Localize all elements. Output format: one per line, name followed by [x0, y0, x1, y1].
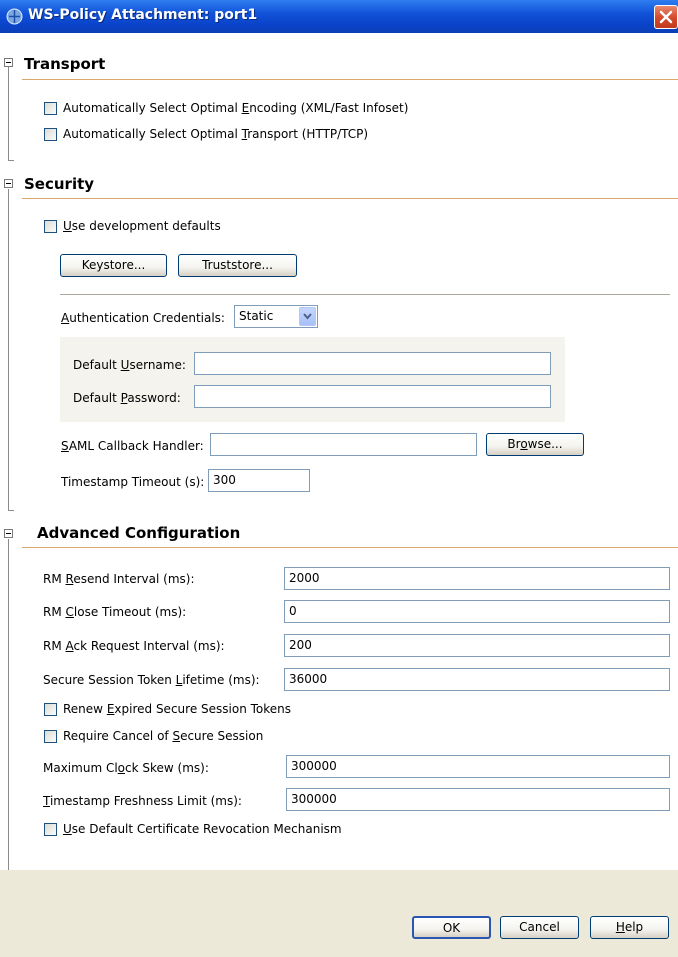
require-cancel-checkbox[interactable] — [44, 730, 57, 743]
keystore-button[interactable]: Keystore... — [60, 254, 167, 277]
optimal-transport-label: Automatically Select Optimal Transport (… — [63, 127, 369, 141]
advanced-separator — [22, 547, 678, 548]
default-username-input[interactable] — [194, 352, 551, 375]
chevron-down-icon — [303, 313, 312, 320]
rm-close-input[interactable]: 0 — [284, 600, 670, 623]
security-section-title: Security — [24, 175, 95, 193]
browse-button[interactable]: Browse... — [486, 433, 584, 456]
advanced-section-title: Advanced Configuration — [37, 524, 241, 542]
optimal-encoding-checkbox[interactable] — [44, 102, 57, 115]
optimal-transport-checkbox[interactable] — [44, 128, 57, 141]
security-separator — [22, 198, 678, 199]
close-icon — [659, 10, 673, 24]
title-bar: WS-Policy Attachment: port1 — [0, 0, 678, 33]
auth-credentials-dropdown[interactable]: Static — [234, 305, 318, 328]
dialog-footer: OK Cancel Help — [0, 870, 678, 957]
default-revocation-label: Use Default Certificate Revocation Mecha… — [63, 822, 342, 836]
advanced-tree-line — [8, 539, 9, 889]
transport-collapse-toggle[interactable] — [4, 58, 13, 67]
sst-lifetime-input[interactable]: 36000 — [284, 668, 670, 691]
close-button[interactable] — [654, 5, 678, 29]
advanced-collapse-toggle[interactable] — [4, 529, 13, 538]
cancel-button[interactable]: Cancel — [500, 916, 579, 939]
saml-handler-label: SAML Callback Handler: — [61, 439, 204, 453]
renew-tokens-label: Renew Expired Secure Session Tokens — [63, 702, 292, 716]
clock-skew-input[interactable]: 300000 — [286, 755, 670, 778]
rm-resend-input[interactable]: 2000 — [284, 567, 670, 590]
security-tree-line — [8, 189, 9, 511]
transport-separator — [22, 79, 678, 80]
clock-skew-label: Maximum Clock Skew (ms): — [43, 761, 209, 775]
timestamp-timeout-input[interactable]: 300 — [208, 469, 310, 492]
credentials-panel — [60, 337, 565, 422]
auth-credentials-label: Authentication Credentials: — [61, 311, 225, 325]
use-dev-defaults-label: Use development defaults — [63, 219, 221, 233]
security-inner-separator — [60, 294, 670, 295]
transport-section-title: Transport — [24, 55, 106, 73]
timestamp-timeout-label: Timestamp Timeout (s): — [61, 475, 205, 489]
sst-lifetime-label: Secure Session Token Lifetime (ms): — [43, 673, 260, 687]
rm-ack-label: RM Ack Request Interval (ms): — [43, 639, 225, 653]
dialog-content: Transport Automatically Select Optimal E… — [0, 33, 678, 889]
app-icon — [6, 8, 23, 25]
rm-close-label: RM Close Timeout (ms): — [43, 605, 187, 619]
saml-handler-input[interactable] — [210, 433, 477, 456]
freshness-input[interactable]: 300000 — [286, 788, 670, 811]
window-title: WS-Policy Attachment: port1 — [28, 7, 258, 23]
freshness-label: Timestamp Freshness Limit (ms): — [43, 794, 242, 808]
ok-button[interactable]: OK — [412, 916, 491, 939]
help-button[interactable]: Help — [590, 916, 669, 939]
renew-tokens-checkbox[interactable] — [44, 703, 57, 716]
auth-credentials-value: Static — [239, 309, 274, 323]
transport-tree-line — [8, 67, 9, 161]
default-password-input[interactable] — [194, 385, 551, 408]
use-dev-defaults-checkbox[interactable] — [44, 220, 57, 233]
require-cancel-label: Require Cancel of Secure Session — [63, 729, 264, 743]
default-revocation-checkbox[interactable] — [44, 823, 57, 836]
security-collapse-toggle[interactable] — [4, 179, 13, 188]
rm-resend-label: RM Resend Interval (ms): — [43, 572, 195, 586]
truststore-button[interactable]: Truststore... — [178, 254, 297, 277]
default-username-label: Default Username: — [73, 358, 186, 372]
default-password-label: Default Password: — [73, 391, 181, 405]
rm-ack-input[interactable]: 200 — [284, 634, 670, 657]
optimal-encoding-label: Automatically Select Optimal Encoding (X… — [63, 101, 409, 115]
